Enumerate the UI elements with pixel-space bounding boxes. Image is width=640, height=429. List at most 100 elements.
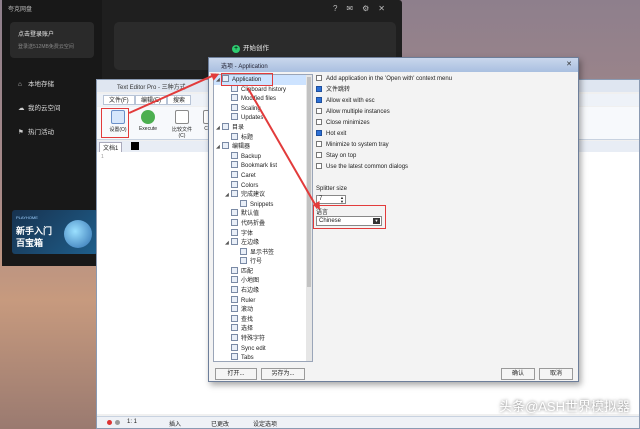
tree-node-icon [222,122,229,130]
open-button[interactable]: 打开... [215,368,257,380]
tree-item[interactable]: 标题 [214,132,306,143]
tree-node-icon [231,286,238,294]
tree-item[interactable]: Modified files [214,94,306,104]
tree-item[interactable]: Clipboard history [214,84,306,95]
tree-item-label: Tabs [241,355,254,362]
status-message: 设定选项 [253,422,278,428]
tree-item[interactable]: ◢ 左边缘 [214,238,306,248]
tree-item-label: 标题 [241,134,254,141]
option-checkbox-row[interactable]: Close minimizes [316,119,370,129]
banner-line2: 百宝箱 [16,238,44,248]
cancel-button[interactable]: 取消 [539,368,573,380]
tree-node-icon [231,324,238,332]
tree-item[interactable]: Sync edit [214,343,306,354]
menu-search[interactable]: 搜索 [167,95,192,105]
option-checkbox-row[interactable]: Allow exit with esc [316,97,375,107]
tree-item[interactable]: Ruler [214,295,306,306]
tree-item[interactable]: ◢ 编辑器 [214,142,306,152]
option-checkbox-row[interactable]: Use the latest common dialogs [316,163,408,173]
tree-item[interactable]: 滚动 [214,305,306,315]
tree-item[interactable]: Tabs [214,353,306,362]
menu-file[interactable]: 文件(F) [103,95,135,105]
promo-banner[interactable]: PLAYHOME 新手入门 百宝箱 [12,210,98,254]
tree-item[interactable]: ◢ 目录 [214,122,306,133]
nav-label: 本地存储 [28,81,54,88]
tree-node-icon [231,305,238,313]
option-checkbox-row[interactable]: Add application in the 'Open with' conte… [316,75,452,85]
plus-icon: + [232,45,240,53]
option-label: Hot exit [326,131,347,137]
ok-button[interactable]: 确认 [501,368,535,380]
save-as-button[interactable]: 另存为... [261,368,305,380]
tree-item[interactable]: 匹配 [214,266,306,277]
nav-item-cloud-space[interactable]: ☁ 我的云空间 [18,102,61,112]
start-create-button[interactable]: + 开始创作 [232,42,269,53]
checkbox[interactable] [316,141,322,147]
tree-item-label: 默认值 [241,211,260,218]
window-controls[interactable]: ?✉⚙✕ [333,4,394,13]
option-checkbox-row[interactable]: Hot exit [316,130,346,140]
checkbox[interactable] [316,75,322,81]
tree-item-label: 目录 [232,124,245,131]
tree-item[interactable]: Backup [214,151,306,162]
tree-item[interactable]: 行号 [214,257,306,267]
tree-item-label: 行号 [250,259,263,266]
option-checkbox-row[interactable]: Allow multiple instances [316,108,390,118]
checkbox[interactable] [316,97,322,103]
tree-item[interactable]: 字体 [214,228,306,239]
tree-item[interactable]: 默认值 [214,209,306,219]
options-tree[interactable]: ◢ Application Clipboard history Modified fi… [213,74,313,362]
settings-icon[interactable]: ⚙ [362,4,378,13]
mail-icon[interactable]: ✉ [346,4,362,13]
checkbox[interactable] [316,108,322,114]
login-card[interactable]: 点击登录账户 登录送512MB免费云空间 [10,22,94,58]
scrollbar-thumb[interactable] [307,77,311,287]
settings-highlight-box [101,108,129,138]
help-icon[interactable]: ? [333,4,346,13]
banner-brand: PLAYHOME [16,215,38,220]
tree-item-label: Updates [241,115,264,122]
tree-item[interactable]: Colors [214,180,306,191]
tree-item-label: 字体 [241,230,254,237]
tree-item[interactable]: Updates [214,113,306,123]
option-checkbox-row[interactable]: 文件跳转 [316,86,350,96]
tree-item[interactable]: Snippets [214,199,306,210]
tree-item[interactable]: 特殊字符 [214,334,306,344]
tree-scrollbar[interactable] [306,75,312,361]
tree-item[interactable]: 小地图 [214,276,306,286]
flag-icon: ⚑ [18,129,24,136]
tree-item[interactable]: 显示书签 [214,247,306,258]
checkbox[interactable] [316,152,322,158]
ribbon-label: Execute [138,126,158,132]
compare-icon [175,110,189,124]
tree-item[interactable]: 选择 [214,324,306,334]
option-label: Minimize to system tray [326,142,389,148]
tree-item[interactable]: 右边缘 [214,286,306,296]
option-label: Allow exit with esc [326,98,375,104]
execute-icon [141,110,155,124]
close-icon[interactable]: ✕ [563,60,575,69]
checkbox[interactable] [316,119,322,125]
checkbox[interactable] [316,130,322,136]
checkbox[interactable] [316,86,322,92]
tree-item[interactable]: Caret [214,170,306,181]
close-tab-icon[interactable] [131,142,139,150]
tree-item-label: 右边缘 [241,288,260,295]
stepper-arrows-icon[interactable]: ▲ ▼ [340,196,344,204]
checkbox[interactable] [316,163,322,169]
close-icon[interactable]: ✕ [378,4,394,13]
tree-item[interactable]: 代码折叠 [214,218,306,229]
option-checkbox-row[interactable]: Minimize to system tray [316,141,389,151]
nav-item-local-storage[interactable]: ⌂ 本地存储 [18,78,54,88]
tree-item[interactable]: ◢ 完成建议 [214,190,306,200]
option-checkbox-row[interactable]: Stay on top [316,152,356,162]
tree-node-icon [231,161,238,169]
tree-item-label: 显示书签 [250,249,275,256]
nav-item-hot-events[interactable]: ⚑ 热门活动 [18,126,54,136]
dialog-title: 选项 - Application [221,64,268,70]
tree-item[interactable]: 查找 [214,314,306,325]
login-title[interactable]: 点击登录账户 [18,29,54,38]
tree-item-label: 左边缘 [241,240,260,247]
compare-files-button[interactable]: 比较文件(C) [169,109,195,139]
execute-button[interactable]: Execute [135,109,161,137]
